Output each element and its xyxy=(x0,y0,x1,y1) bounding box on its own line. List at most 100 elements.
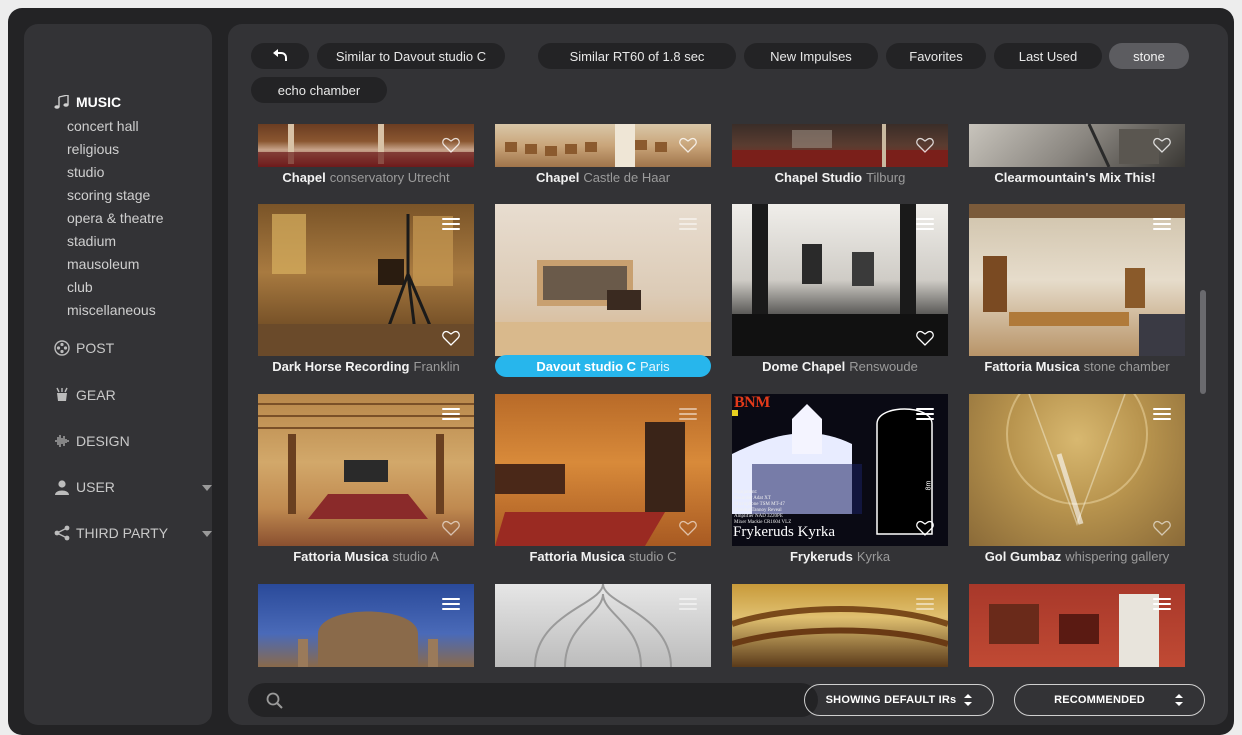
heart-icon[interactable] xyxy=(679,137,697,153)
filter-chip-last-used[interactable]: Last Used xyxy=(994,43,1102,69)
ir-location: Tilburg xyxy=(866,169,906,185)
ir-thumbnail xyxy=(732,124,948,167)
menu-icon[interactable] xyxy=(1153,408,1171,420)
ir-thumbnail xyxy=(732,204,948,356)
filter-chip-favorites[interactable]: Favorites xyxy=(886,43,986,69)
sidebar-item-concert-hall[interactable]: concert hall xyxy=(67,118,139,134)
menu-icon[interactable] xyxy=(679,408,697,420)
ir-thumbnail xyxy=(495,584,711,667)
ir-thumbnail xyxy=(969,124,1185,167)
ir-label: Chapel conservatory Utrecht xyxy=(258,166,474,188)
search-input[interactable] xyxy=(248,683,818,717)
sidebar-category-user[interactable]: USER xyxy=(54,479,115,495)
sidebar-item-scoring-stage[interactable]: scoring stage xyxy=(67,187,150,203)
ir-label: Dome Chapel Renswoude xyxy=(732,355,948,377)
ir-name: Fattoria Musica xyxy=(984,358,1080,374)
sidebar-category-design[interactable]: DESIGN xyxy=(54,433,130,449)
ir-label: Dark Horse Recording Franklin xyxy=(258,355,474,377)
sidebar-category-third-party[interactable]: THIRD PARTY xyxy=(54,525,168,541)
sidebar-category-label: POST xyxy=(76,340,115,356)
menu-icon[interactable] xyxy=(916,408,934,420)
filter-chip-similar-to[interactable]: Similar to Davout studio C xyxy=(317,43,505,69)
sidebar-category-gear[interactable]: GEAR xyxy=(54,387,116,403)
chevron-down-icon[interactable] xyxy=(202,485,212,491)
app-window: MUSIC concert hall religious studio scor… xyxy=(8,8,1234,735)
sidebar-category-music[interactable]: MUSIC xyxy=(54,94,121,110)
filter-chip-stone[interactable]: stone xyxy=(1109,43,1189,69)
sidebar-item-miscellaneous[interactable]: miscellaneous xyxy=(67,302,156,318)
sidebar: MUSIC concert hall religious studio scor… xyxy=(24,24,212,725)
ir-label: Frykeruds Kyrka xyxy=(732,545,948,567)
heart-icon[interactable] xyxy=(1153,520,1171,536)
ir-filter-value: SHOWING DEFAULT IRs xyxy=(825,694,957,706)
sidebar-item-religious[interactable]: religious xyxy=(67,141,119,157)
share-icon xyxy=(54,525,72,541)
menu-icon[interactable] xyxy=(679,598,697,610)
filter-chip-new-impulses[interactable]: New Impulses xyxy=(744,43,878,69)
sidebar-item-club[interactable]: club xyxy=(67,279,93,295)
waveform-icon xyxy=(54,433,72,449)
heart-icon[interactable] xyxy=(916,137,934,153)
ir-location: Renswoude xyxy=(849,358,918,374)
sidebar-item-stadium[interactable]: stadium xyxy=(67,233,116,249)
ir-grid: Chapel conservatory Utrecht Chapel Castle … xyxy=(228,124,1228,667)
sort-select[interactable]: RECOMMENDED xyxy=(1014,684,1205,716)
ir-filter-select[interactable]: SHOWING DEFAULT IRs xyxy=(804,684,994,716)
heart-icon[interactable] xyxy=(442,520,460,536)
ir-name: Chapel xyxy=(282,169,326,185)
sidebar-item-mausoleum[interactable]: mausoleum xyxy=(67,256,139,272)
sort-arrows-icon xyxy=(1174,694,1183,706)
ir-location: Castle de Haar xyxy=(583,169,671,185)
frykeruds-title: Frykeruds Kyrka xyxy=(733,524,836,540)
ir-location: Paris xyxy=(640,358,670,374)
ir-label-selected: Davout studio C Paris xyxy=(495,355,711,377)
grid-scrollbar[interactable] xyxy=(1200,290,1206,394)
menu-icon[interactable] xyxy=(1153,598,1171,610)
sidebar-item-studio[interactable]: studio xyxy=(67,164,104,180)
ir-name: Dome Chapel xyxy=(762,358,846,374)
sidebar-category-label: THIRD PARTY xyxy=(76,525,169,541)
menu-icon[interactable] xyxy=(1153,218,1171,230)
heart-icon[interactable] xyxy=(442,330,460,346)
heart-icon[interactable] xyxy=(916,330,934,346)
ir-thumbnail xyxy=(732,584,948,667)
menu-icon[interactable] xyxy=(679,218,697,230)
menu-icon[interactable] xyxy=(442,408,460,420)
chevron-down-icon[interactable] xyxy=(202,531,212,537)
ir-name: Fattoria Musica xyxy=(293,548,389,564)
sidebar-category-label: GEAR xyxy=(76,387,116,403)
bnm-logo: BNM xyxy=(734,394,770,411)
ir-thumbnail xyxy=(258,394,474,546)
ir-thumbnail xyxy=(258,124,474,167)
ir-name: Chapel xyxy=(535,169,580,185)
scale-label: 8m xyxy=(925,480,933,491)
ir-thumbnail xyxy=(258,204,474,356)
sort-value: RECOMMENDED xyxy=(1054,694,1145,706)
back-button[interactable] xyxy=(251,43,309,69)
ir-location: studio C xyxy=(628,548,677,564)
menu-icon[interactable] xyxy=(916,218,934,230)
filter-chip-echo-chamber[interactable]: echo chamber xyxy=(251,77,387,103)
ir-label: Chapel Studio Tilburg xyxy=(732,166,948,188)
ir-thumbnail xyxy=(495,204,711,356)
user-icon xyxy=(54,479,72,495)
ir-thumbnail xyxy=(969,204,1185,356)
menu-icon[interactable] xyxy=(442,218,460,230)
heart-icon[interactable] xyxy=(1153,137,1171,153)
menu-icon[interactable] xyxy=(442,598,460,610)
ir-label: Fattoria Musica studio C xyxy=(495,545,711,567)
ir-location: whispering gallery xyxy=(1065,548,1170,564)
filter-chip-similar-rt60[interactable]: Similar RT60 of 1.8 sec xyxy=(538,43,736,69)
ir-thumbnail xyxy=(969,394,1185,546)
ir-browser: Similar to Davout studio C Similar RT60 … xyxy=(228,24,1228,725)
sidebar-item-opera-theatre[interactable]: opera & theatre xyxy=(67,210,164,226)
undo-arrow-icon xyxy=(272,48,288,65)
sidebar-category-post[interactable]: POST xyxy=(54,340,114,356)
heart-icon[interactable] xyxy=(679,520,697,536)
ir-name: Davout studio C xyxy=(536,358,637,374)
heart-icon[interactable] xyxy=(916,520,934,536)
ir-thumbnail xyxy=(495,394,711,546)
ir-thumbnail xyxy=(495,124,711,167)
heart-icon[interactable] xyxy=(442,137,460,153)
menu-icon[interactable] xyxy=(916,598,934,610)
